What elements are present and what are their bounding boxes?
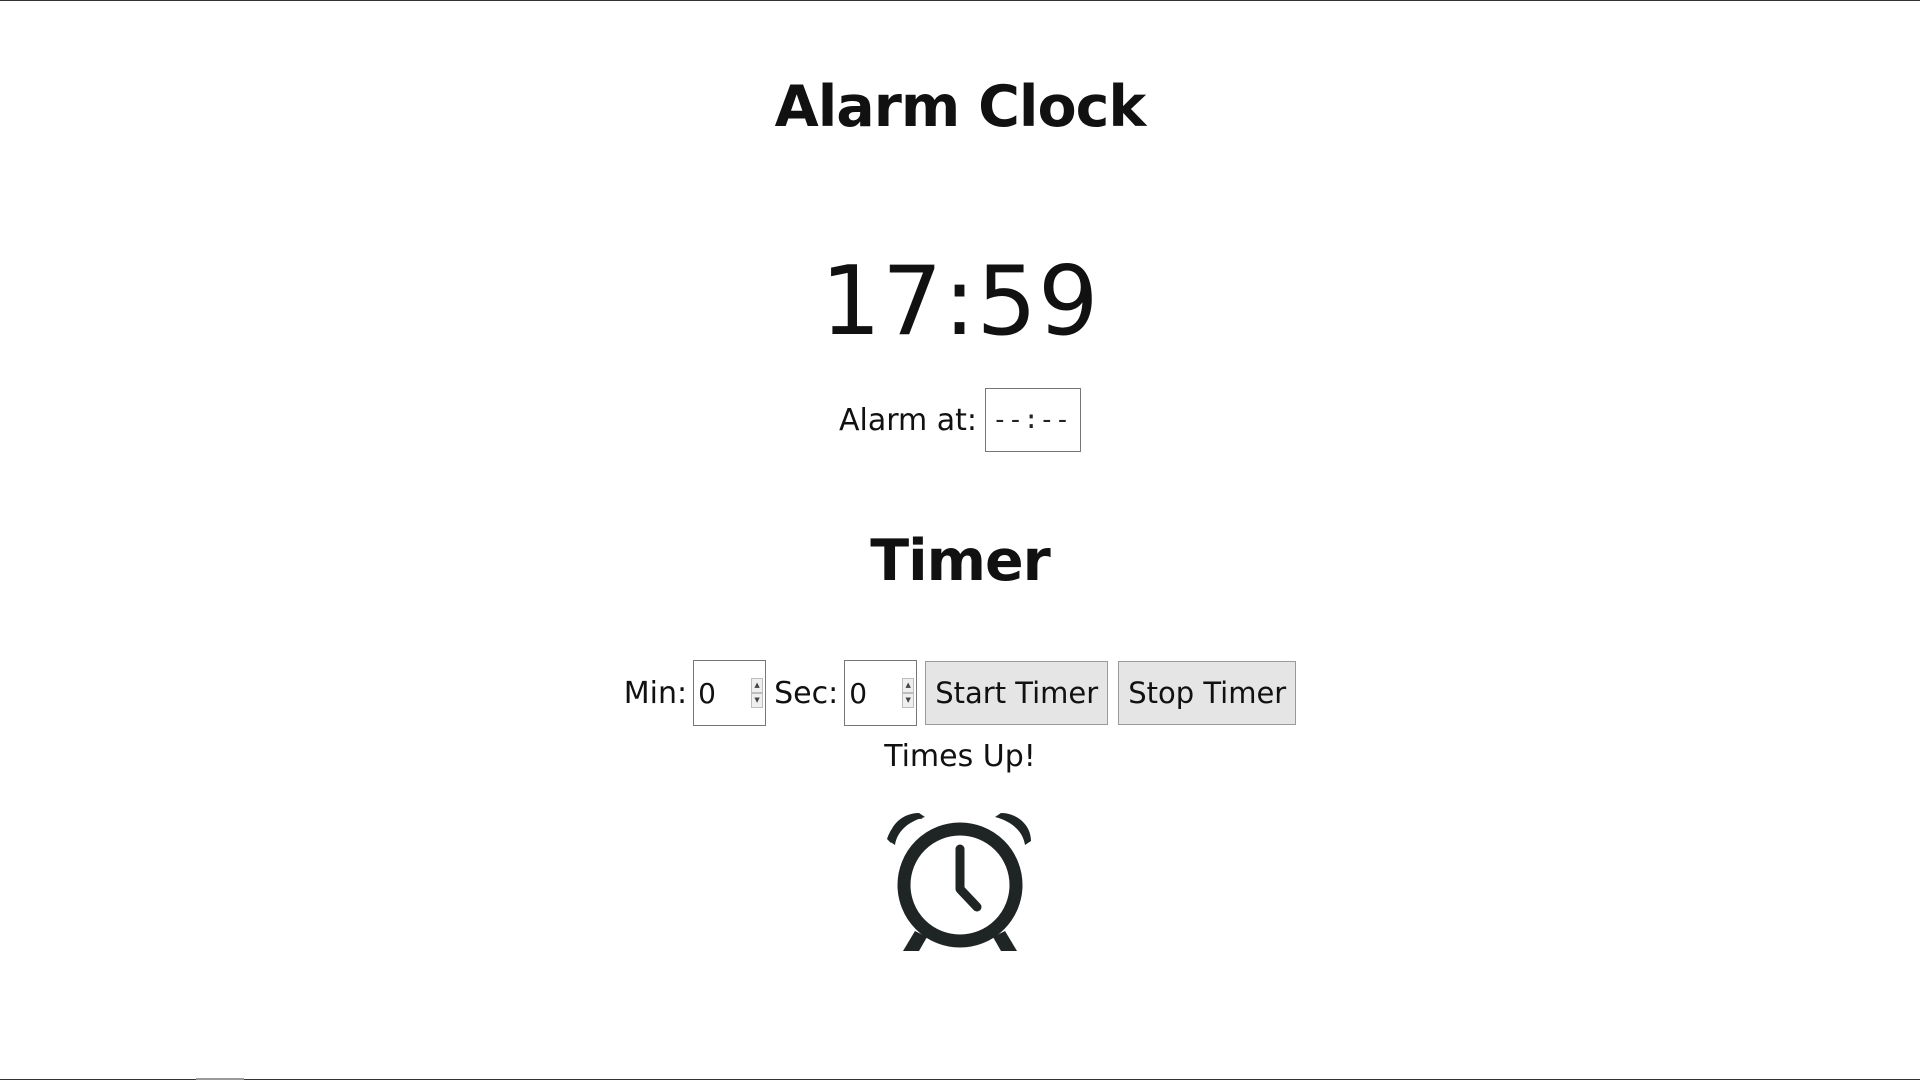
timer-title: Timer: [870, 528, 1051, 594]
seconds-spinner: ▲ ▼: [902, 678, 915, 708]
minutes-increment-button[interactable]: ▲: [751, 678, 764, 693]
start-timer-button[interactable]: Start Timer: [925, 661, 1109, 725]
minutes-decrement-button[interactable]: ▼: [751, 693, 764, 708]
alarm-label: Alarm at:: [838, 402, 978, 438]
alarm-icon-container: [0, 813, 1920, 953]
alarm-time-input[interactable]: --:--: [985, 388, 1082, 452]
seconds-decrement-button[interactable]: ▼: [902, 693, 915, 708]
alarm-row: Alarm at: --:--: [0, 387, 1920, 453]
page: Alarm Clock 17:59 Alarm at: --:-- Timer …: [0, 0, 1920, 1080]
stop-timer-button[interactable]: Stop Timer: [1118, 661, 1297, 725]
minutes-spinner: ▲ ▼: [751, 678, 764, 708]
timer-controls: Min: ▲ ▼ Sec: ▲ ▼ Start Timer Stop Timer: [0, 660, 1920, 726]
seconds-field: ▲ ▼: [844, 660, 918, 726]
seconds-label: Sec:: [774, 675, 839, 711]
alarm-time-value: --:--: [992, 405, 1071, 435]
alarm-clock-icon: [887, 813, 1031, 951]
clock-display: 17:59: [820, 247, 1100, 357]
page-title: Alarm Clock: [774, 74, 1147, 140]
minutes-field: ▲ ▼: [693, 660, 767, 726]
timer-status: Times Up!: [884, 739, 1036, 774]
seconds-input[interactable]: [845, 676, 898, 710]
minutes-label: Min:: [623, 675, 688, 711]
seconds-increment-button[interactable]: ▲: [902, 678, 915, 693]
minutes-input[interactable]: [694, 676, 747, 710]
